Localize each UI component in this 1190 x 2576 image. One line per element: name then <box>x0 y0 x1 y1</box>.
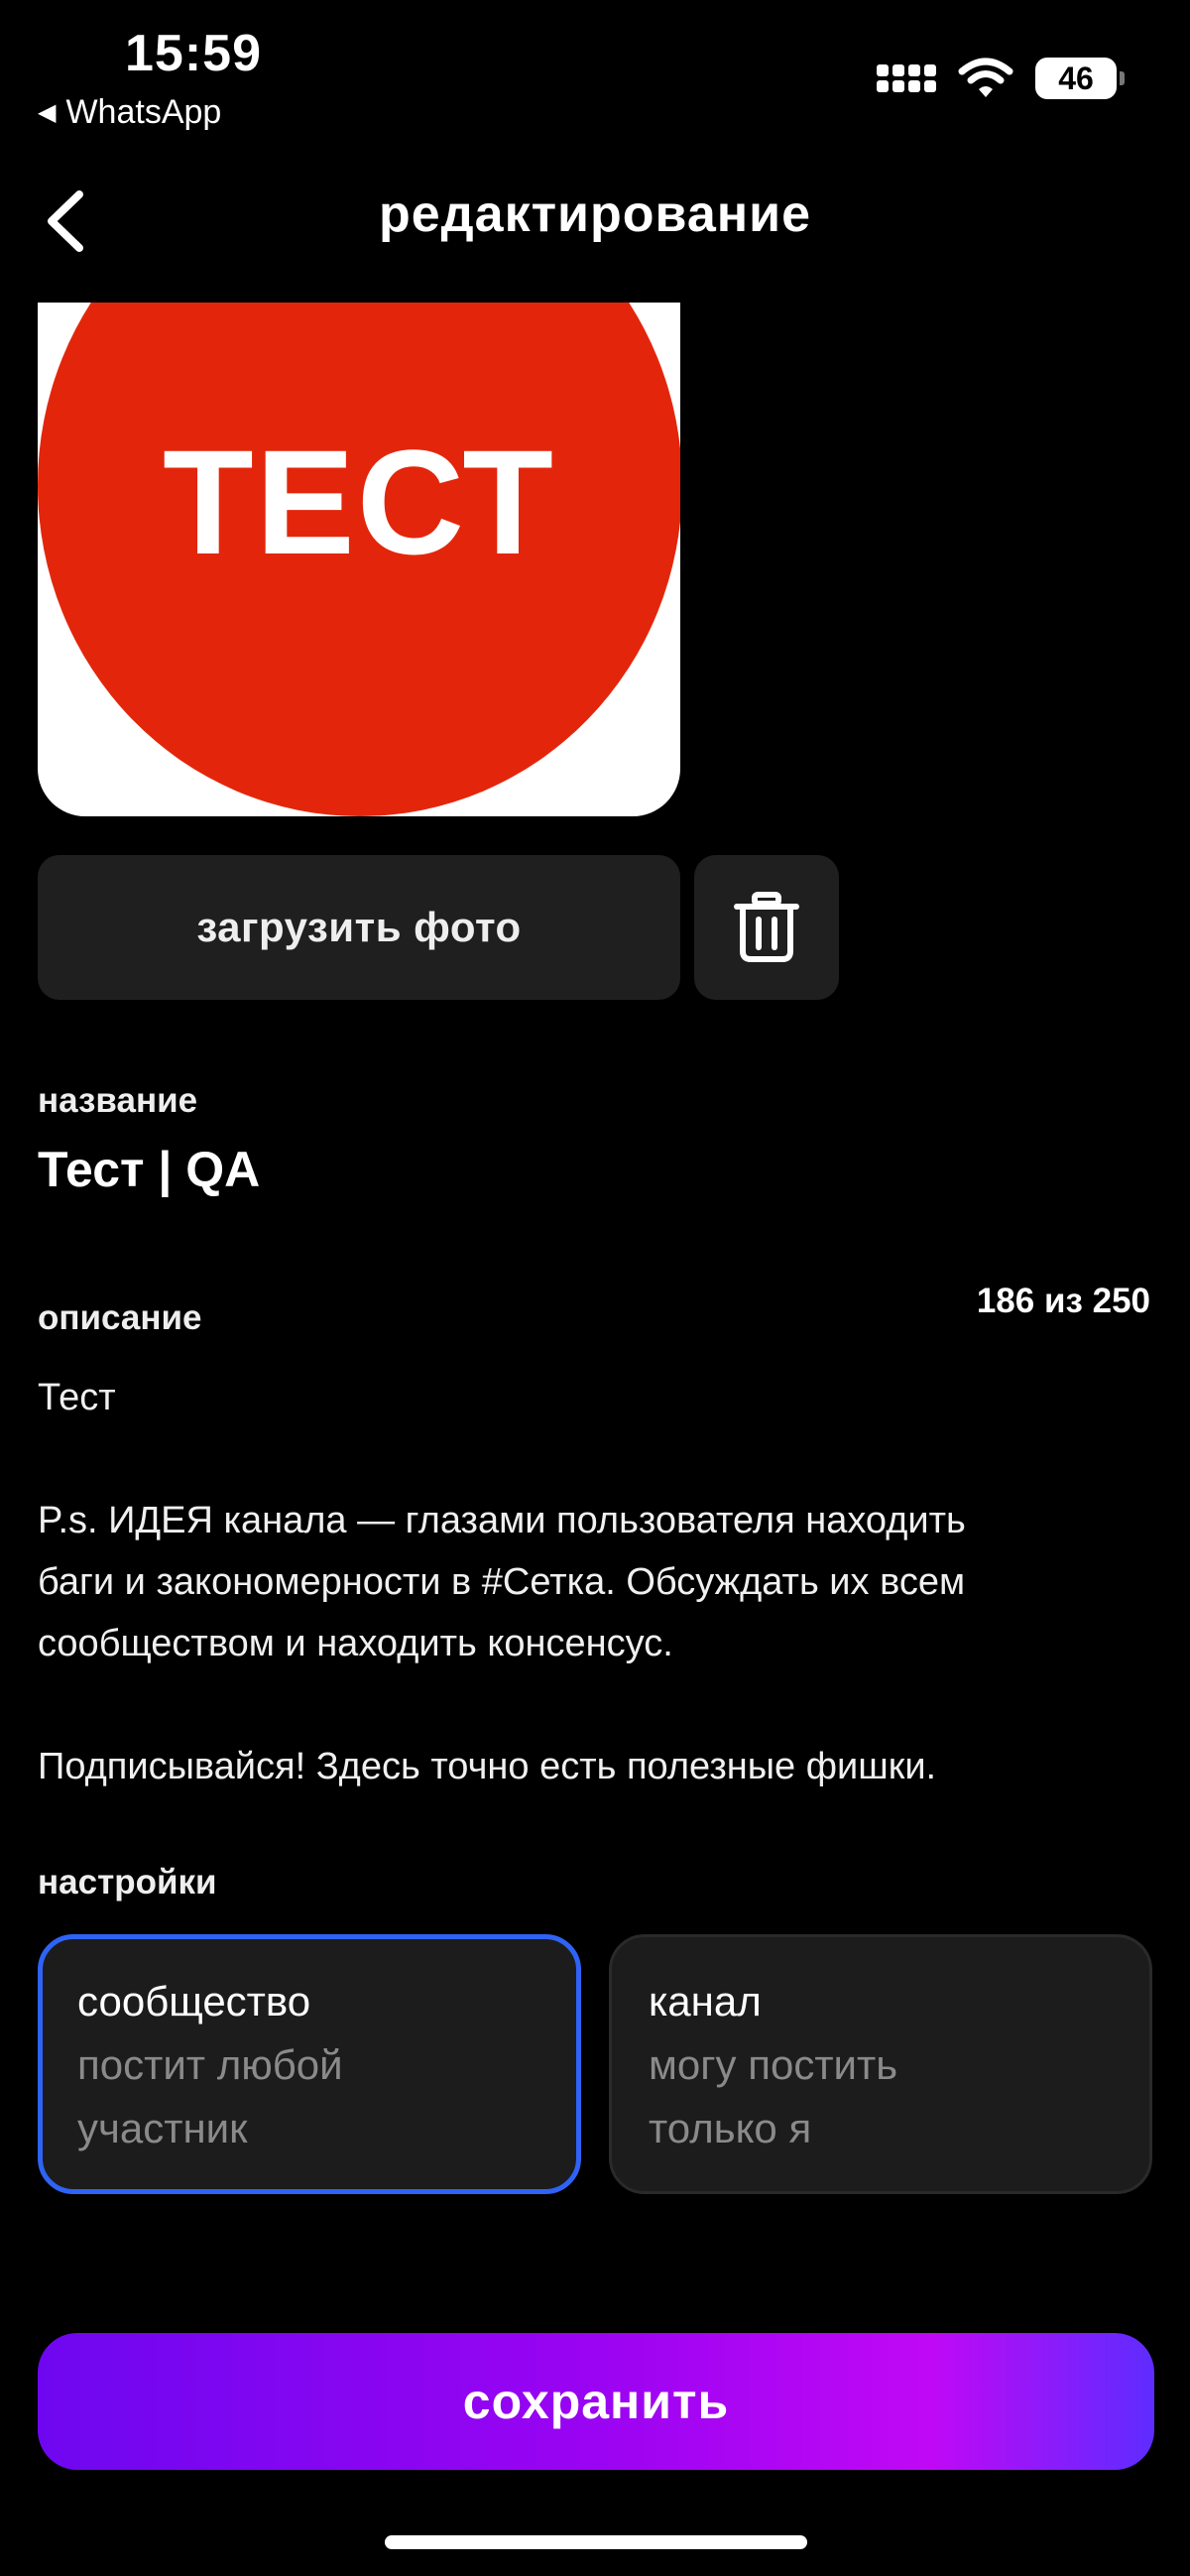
wifi-icon <box>958 58 1013 97</box>
status-icons: 46 <box>877 58 1125 99</box>
cellular-signal-icon <box>877 64 936 92</box>
page-title: редактирование <box>378 185 812 243</box>
upload-photo-button[interactable]: загрузить фото <box>38 855 680 1000</box>
status-time: 15:59 <box>125 25 262 82</box>
description-label: описание <box>38 1298 202 1337</box>
battery-icon: 46 <box>1035 58 1125 99</box>
description-char-counter: 186 из 250 <box>976 1282 1150 1320</box>
option-channel[interactable]: канал могу постить только я <box>609 1934 1152 2194</box>
back-app-label: WhatsApp <box>65 93 222 131</box>
save-button[interactable]: сохранить <box>38 2333 1154 2470</box>
description-field[interactable]: Тест P.s. ИДЕЯ канала — глазами пользова… <box>38 1367 1158 1797</box>
channel-photo: ТЕСТ <box>38 303 680 816</box>
battery-level: 46 <box>1058 60 1094 96</box>
back-to-app-link[interactable]: ◀ WhatsApp <box>38 93 221 132</box>
settings-label: настройки <box>38 1863 217 1901</box>
trash-icon <box>734 892 799 962</box>
name-field[interactable]: Тест | QA <box>38 1141 260 1198</box>
option-community[interactable]: сообщество постит любой участник <box>38 1934 581 2194</box>
option-community-subtitle-1: постит любой <box>77 2041 343 2088</box>
option-channel-subtitle-1: могу постить <box>649 2041 898 2088</box>
option-channel-subtitle-2: только я <box>649 2105 812 2151</box>
back-triangle-icon: ◀ <box>38 99 57 126</box>
name-label: название <box>38 1081 198 1120</box>
option-community-subtitle-2: участник <box>77 2105 248 2151</box>
option-channel-title: канал <box>649 1978 762 2024</box>
home-indicator[interactable] <box>385 2535 807 2549</box>
option-community-title: сообщество <box>77 1978 311 2024</box>
photo-stamp-text: ТЕСТ <box>163 419 555 585</box>
delete-photo-button[interactable] <box>694 855 839 1000</box>
